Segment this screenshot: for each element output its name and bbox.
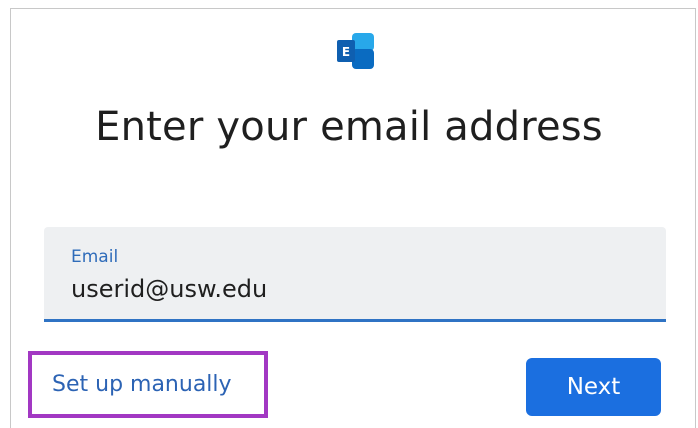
logo-letter: E — [342, 45, 350, 59]
email-field[interactable]: Email userid@usw.edu — [44, 227, 666, 322]
email-label: Email — [71, 247, 119, 267]
exchange-logo-icon: E — [337, 33, 374, 69]
set-up-manually-link[interactable]: Set up manually — [52, 372, 232, 397]
page-title: Enter your email address — [95, 104, 603, 150]
next-button[interactable]: Next — [526, 358, 661, 416]
email-input[interactable]: userid@usw.edu — [71, 275, 267, 303]
